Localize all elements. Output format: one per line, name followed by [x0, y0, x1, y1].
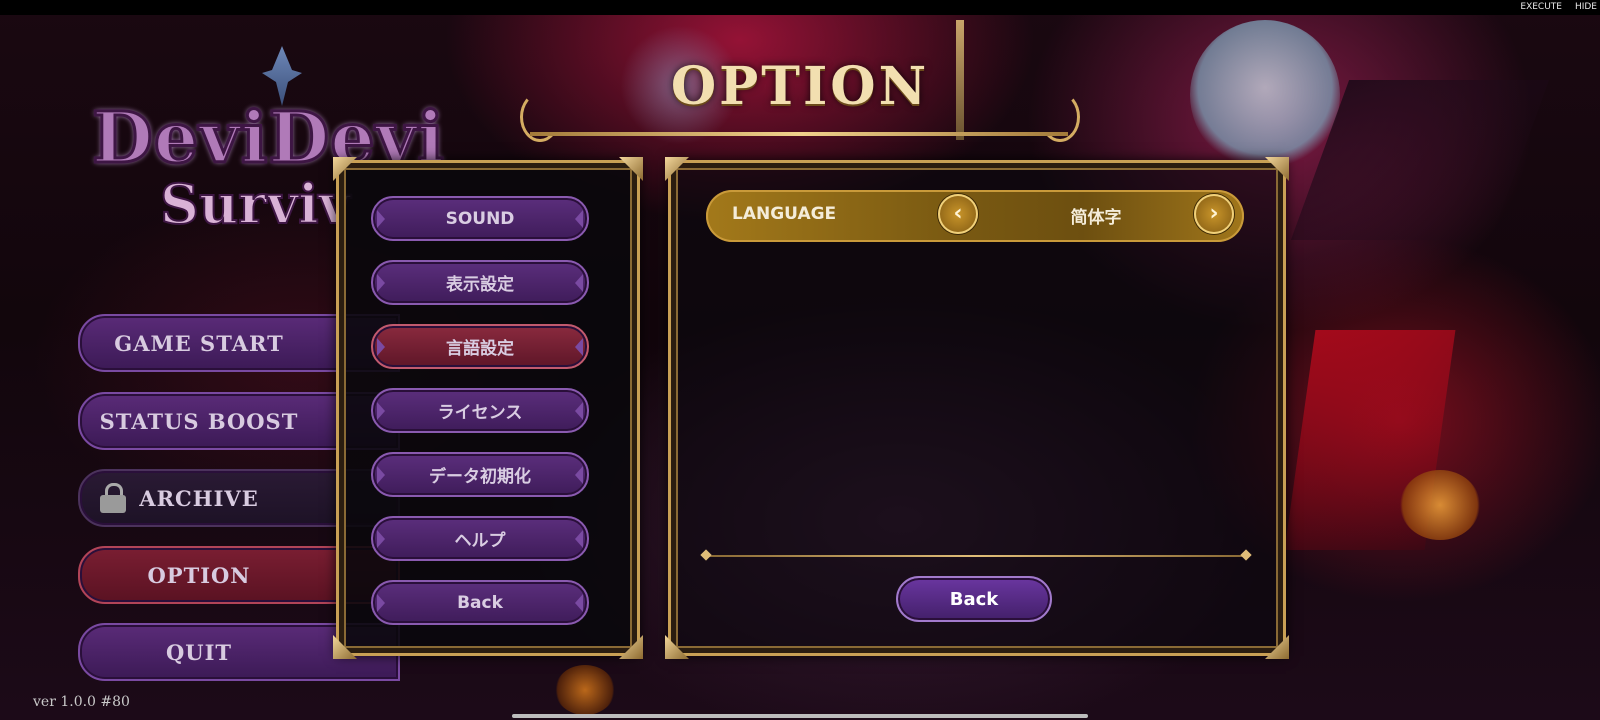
language-setting-row: LANGUAGE ‹ 简体字 › — [706, 190, 1244, 242]
pumpkin-art — [1400, 470, 1480, 540]
game-screen: EXECUTE HIDE DeviDevi Surviv GAME START … — [0, 0, 1600, 720]
submenu-display-button[interactable]: 表示設定 — [371, 260, 589, 305]
submenu-license-button[interactable]: ライセンス — [371, 388, 589, 433]
main-menu-label: GAME START — [114, 330, 284, 356]
submenu-label: 表示設定 — [446, 275, 514, 295]
main-menu-label: STATUS BOOST — [99, 408, 299, 434]
frame-corner — [1265, 635, 1289, 659]
frame-corner — [333, 157, 357, 181]
language-value: 简体字 — [1070, 208, 1122, 228]
content-back-button[interactable]: Back — [896, 576, 1052, 622]
logo-line2: Surviv — [159, 171, 351, 237]
chevron-right-icon: › — [1209, 201, 1219, 226]
lock-icon — [100, 483, 126, 513]
language-next-button[interactable]: › — [1194, 194, 1234, 234]
submenu-label: 言語設定 — [446, 339, 514, 359]
submenu-data-reset-button[interactable]: データ初期化 — [371, 452, 589, 497]
home-indicator-bar — [512, 714, 1088, 718]
submenu-language-button[interactable]: 言語設定 — [371, 324, 589, 369]
version-text: ver 1.0.0 #80 — [33, 694, 130, 710]
language-prev-button[interactable]: ‹ — [938, 194, 978, 234]
frame-corner — [1265, 157, 1289, 181]
frame-corner — [665, 635, 689, 659]
execute-link[interactable]: EXECUTE — [1520, 2, 1562, 12]
submenu-help-button[interactable]: ヘルプ — [371, 516, 589, 561]
main-menu-label: OPTION — [147, 562, 251, 588]
pumpkin-art-small — [555, 665, 615, 715]
frame-corner — [333, 635, 357, 659]
main-menu-label: ARCHIVE — [139, 485, 259, 511]
submenu-label: ライセンス — [437, 403, 523, 423]
main-menu-label: QUIT — [165, 639, 233, 665]
option-title: OPTION — [670, 56, 930, 117]
submenu-label: SOUND — [445, 208, 515, 229]
frame-corner — [619, 635, 643, 659]
content-divider — [706, 555, 1246, 557]
frame-corner — [665, 157, 689, 181]
submenu-label: データ初期化 — [429, 467, 531, 487]
title-underline — [530, 132, 1068, 136]
submenu-label: Back — [457, 592, 503, 613]
submenu-back-button[interactable]: Back — [371, 580, 589, 625]
hide-link[interactable]: HIDE — [1575, 2, 1597, 12]
back-label: Back — [949, 588, 999, 610]
language-label: LANGUAGE — [732, 204, 837, 224]
submenu-label: ヘルプ — [454, 531, 506, 551]
submenu-sound-button[interactable]: SOUND — [371, 196, 589, 241]
chevron-left-icon: ‹ — [953, 201, 963, 226]
debug-topbar: EXECUTE HIDE — [0, 0, 1600, 15]
frame-corner — [619, 157, 643, 181]
